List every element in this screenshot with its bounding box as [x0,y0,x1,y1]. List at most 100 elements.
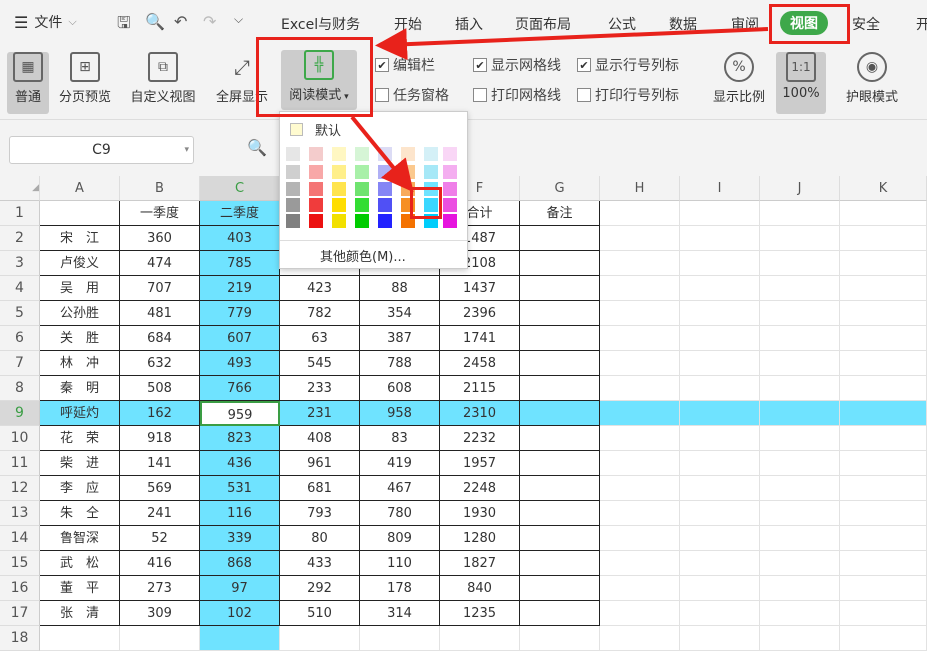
color-swatch[interactable] [401,147,415,161]
tab-home[interactable]: 开始 [394,14,422,34]
cell[interactable]: 2396 [440,301,520,326]
cell[interactable]: 314 [360,601,440,626]
cell[interactable]: 关 胜 [40,326,120,351]
cell[interactable]: 339 [200,526,280,551]
row-header[interactable]: 15 [0,551,40,576]
cell[interactable]: 备注 [520,201,600,226]
color-swatch[interactable] [309,182,323,196]
cell[interactable] [840,626,927,651]
row-header[interactable]: 3 [0,251,40,276]
cell[interactable] [40,626,120,651]
color-swatch[interactable] [378,214,392,228]
row-header[interactable]: 18 [0,626,40,651]
cell[interactable] [600,451,680,476]
cell[interactable]: 408 [280,426,360,451]
color-swatch[interactable] [355,147,369,161]
cell[interactable] [840,476,927,501]
row-header[interactable]: 17 [0,601,40,626]
cell[interactable] [600,576,680,601]
cell[interactable] [520,301,600,326]
cell[interactable] [520,501,600,526]
cell[interactable] [680,401,760,426]
cell[interactable] [520,251,600,276]
cell[interactable] [680,276,760,301]
cell[interactable] [760,551,840,576]
cell[interactable] [760,201,840,226]
cell[interactable] [600,226,680,251]
cell[interactable] [600,376,680,401]
tab-excel-finance[interactable]: Excel与财务 [281,14,360,34]
custom-view-button[interactable]: ⧉ 自定义视图 [124,52,202,105]
cell[interactable]: 766 [200,376,280,401]
cell[interactable] [680,501,760,526]
cell[interactable]: 419 [360,451,440,476]
cell[interactable]: 110 [360,551,440,576]
cell[interactable]: 423 [280,276,360,301]
cell[interactable]: 83 [360,426,440,451]
cell[interactable]: 102 [200,601,280,626]
cell[interactable]: 868 [200,551,280,576]
column-header[interactable]: H [600,176,680,201]
cell[interactable] [520,576,600,601]
tab-review[interactable]: 审阅 [731,14,759,34]
color-swatch[interactable] [378,147,392,161]
cell[interactable] [280,626,360,651]
cell[interactable] [760,601,840,626]
cell[interactable]: 141 [120,451,200,476]
cell[interactable]: 467 [360,476,440,501]
cell[interactable]: 840 [440,576,520,601]
cell[interactable]: 632 [120,351,200,376]
cell[interactable]: 785 [200,251,280,276]
cell[interactable]: 柴 进 [40,451,120,476]
cell[interactable]: 510 [280,601,360,626]
cell[interactable] [680,351,760,376]
color-swatch[interactable] [332,165,346,179]
cell[interactable]: 88 [360,276,440,301]
cell[interactable]: 493 [200,351,280,376]
cell[interactable]: 292 [280,576,360,601]
column-header[interactable]: I [680,176,760,201]
cell[interactable] [200,626,280,651]
color-swatch[interactable] [286,165,300,179]
cell[interactable] [840,201,927,226]
cell[interactable] [840,226,927,251]
cell[interactable] [680,626,760,651]
color-swatch[interactable] [332,182,346,196]
cell[interactable] [840,551,927,576]
select-all-corner[interactable]: ◢ [0,176,40,201]
cell[interactable]: 162 [120,401,200,426]
cell[interactable] [600,201,680,226]
cell[interactable] [440,626,520,651]
cell[interactable]: 花 荣 [40,426,120,451]
row-header[interactable]: 1 [0,201,40,226]
cell[interactable]: 二季度 [200,201,280,226]
cell[interactable] [680,526,760,551]
color-swatch[interactable] [443,198,457,212]
cell[interactable] [840,301,927,326]
cell[interactable] [520,276,600,301]
cell[interactable] [600,326,680,351]
color-swatch[interactable] [286,147,300,161]
cell[interactable]: 782 [280,301,360,326]
print-gridlines-checkbox[interactable]: 打印网格线 [473,85,561,105]
color-swatch[interactable] [309,165,323,179]
tab-formulas[interactable]: 公式 [608,14,636,34]
cell[interactable]: 433 [280,551,360,576]
cell[interactable]: 403 [200,226,280,251]
row-header[interactable]: 7 [0,351,40,376]
color-swatch[interactable] [309,214,323,228]
color-swatch[interactable] [332,214,346,228]
cell[interactable]: 793 [280,501,360,526]
row-header[interactable]: 11 [0,451,40,476]
column-header[interactable]: B [120,176,200,201]
cell[interactable]: 80 [280,526,360,551]
cell[interactable] [680,601,760,626]
cell[interactable] [760,401,840,426]
cell[interactable] [520,601,600,626]
cell[interactable] [760,376,840,401]
row-header[interactable]: 12 [0,476,40,501]
cell[interactable] [840,326,927,351]
cell[interactable]: 545 [280,351,360,376]
cell[interactable]: 219 [200,276,280,301]
color-swatch[interactable] [355,214,369,228]
